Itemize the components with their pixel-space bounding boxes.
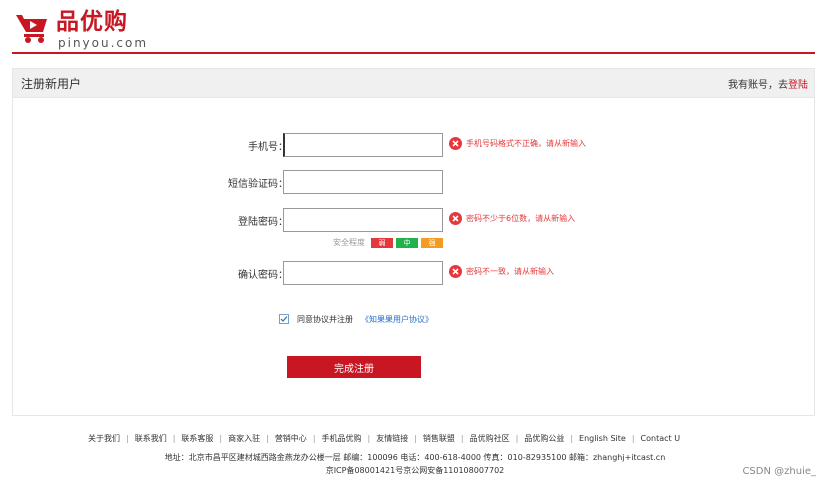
password-label: 登陆密码： — [238, 217, 288, 228]
footer-separator: | — [367, 434, 371, 443]
phone-input[interactable] — [283, 133, 443, 157]
error-icon — [449, 265, 462, 278]
strength-label: 安全程度 — [333, 238, 365, 247]
footer-links: 关于我们 | 联系我们 | 联系客服 | 商家入驻 | 营销中心 | 手机品优购 | 友情链接 | 销售联盟… — [88, 433, 680, 445]
sms-row: 短信验证码： — [13, 170, 814, 194]
footer-link[interactable]: 商家入驻 — [228, 433, 260, 444]
footer-separator: | — [219, 434, 223, 443]
footer-link[interactable]: 手机品优购 — [322, 433, 362, 444]
submit-register-button[interactable]: 完成注册 — [287, 356, 421, 378]
footer-link[interactable]: 联系客服 — [181, 433, 213, 444]
footer-link[interactable]: 品优购社区 — [470, 433, 510, 444]
password-input[interactable] — [283, 208, 443, 232]
footer-link[interactable]: 友情链接 — [376, 433, 408, 444]
agree-checkbox[interactable] — [279, 314, 289, 324]
footer-icp: 京ICP备08001421号京公网安备110108007702 — [325, 466, 505, 475]
page-title: 注册新用户 — [21, 77, 82, 91]
footer-separator: | — [312, 434, 316, 443]
footer-link[interactable]: 营销中心 — [275, 433, 307, 444]
site-logo[interactable]: 品优购 pinyou.com — [14, 8, 154, 50]
shopping-cart-icon — [16, 15, 47, 43]
confirm-label: 确认密码： — [238, 270, 288, 281]
sms-label: 短信验证码： — [228, 179, 288, 190]
phone-label: 手机号： — [248, 142, 288, 153]
site-header: 品优购 pinyou.com — [0, 0, 830, 54]
error-icon — [449, 137, 462, 150]
strength-strong: 强 — [421, 238, 443, 248]
footer-link[interactable]: 销售联盟 — [423, 433, 455, 444]
footer-separator: | — [266, 434, 269, 443]
footer-link[interactable]: 品优购公益 — [524, 433, 564, 444]
login-link[interactable]: 登陆 — [788, 80, 808, 91]
header-divider — [12, 52, 815, 54]
phone-row: 手机号： 手机号码格式不正确，请从新输入 — [13, 133, 814, 157]
checkmark-icon — [280, 316, 288, 322]
strength-medium: 中 — [396, 238, 418, 248]
user-agreement-link[interactable]: 《知果果用户协议》 — [361, 314, 433, 325]
strength-weak: 弱 — [371, 238, 393, 248]
footer-separator: | — [414, 434, 417, 443]
phone-error-text: 手机号码格式不正确，请从新输入 — [466, 139, 586, 148]
footer-link[interactable]: English Site — [579, 434, 626, 443]
watermark: CSDN @zhuie_ — [742, 466, 816, 477]
footer-separator: | — [515, 434, 519, 443]
sms-code-input[interactable] — [283, 170, 443, 194]
register-panel: 注册新用户 我有账号，去登陆 手机号： 手机号码格式不正确，请从新输入 短信验证… — [12, 68, 815, 416]
password-row: 登陆密码： 密码不少于6位数，请从新输入 — [13, 208, 814, 232]
agree-text: 同意协议并注册 — [297, 315, 353, 324]
login-prompt: 我有账号，去登陆 — [728, 76, 808, 91]
error-icon — [449, 212, 462, 225]
footer-link[interactable]: Contact U — [641, 434, 681, 443]
logo-title: 品优购 — [56, 9, 128, 35]
footer-link[interactable]: 关于我们 — [88, 433, 120, 444]
confirm-row: 确认密码： 密码不一致，请从新输入 — [13, 261, 814, 285]
password-error-text: 密码不少于6位数，请从新输入 — [466, 214, 576, 223]
panel-header: 注册新用户 我有账号，去登陆 — [13, 69, 814, 98]
footer-address: 地址：北京市昌平区建材城西路金燕龙办公楼一层 邮编：100096 电话：400-… — [164, 453, 666, 462]
footer-separator: | — [460, 434, 464, 443]
footer-separator: | — [570, 434, 574, 443]
footer-separator: | — [631, 434, 635, 443]
login-prompt-text: 我有账号，去 — [728, 80, 788, 91]
footer-separator: | — [172, 434, 176, 443]
footer-separator: | — [126, 434, 129, 443]
confirm-password-input[interactable] — [283, 261, 443, 285]
confirm-error-text: 密码不一致，请从新输入 — [466, 267, 554, 276]
footer-link[interactable]: 联系我们 — [135, 433, 167, 444]
logo-subtitle: pinyou.com — [58, 36, 149, 50]
